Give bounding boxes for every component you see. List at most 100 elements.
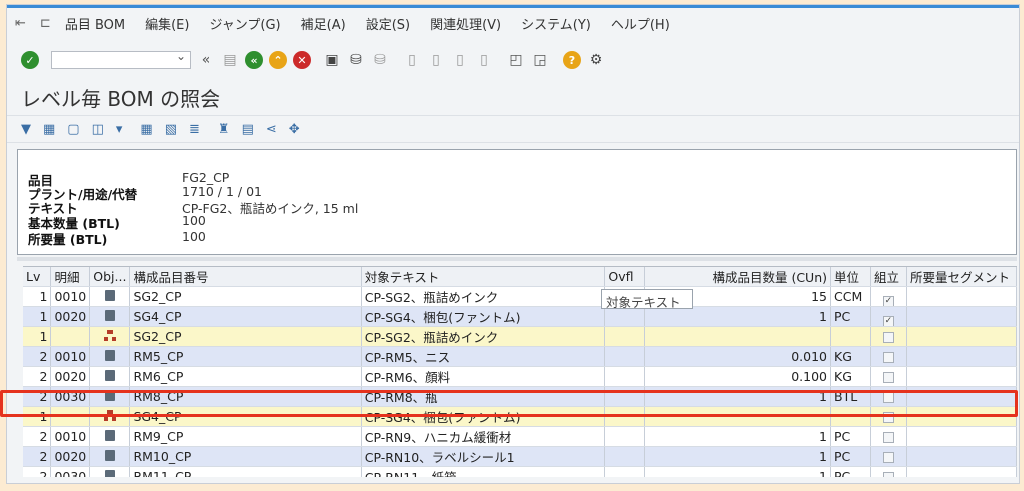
cell-component[interactable]: RM10_CP [129,446,362,467]
cell-text[interactable]: CP-SG2、瓶詰めインク [361,326,606,347]
cell-quantity[interactable]: 0.010 [644,346,831,367]
table-row[interactable]: 20030 RM11_CPCP-RN11、紙箱 1PC [23,466,1017,477]
cell-item[interactable] [50,326,91,347]
exit-icon[interactable]: ⇤ [15,16,26,31]
cell-quantity[interactable]: 0.100 [644,366,831,387]
cell-text[interactable]: CP-RN11、紙箱 [361,466,606,477]
cell-unit[interactable]: PC [830,306,871,327]
col-header-object[interactable]: Obj... [89,267,131,287]
menu-item-system[interactable]: システム(Y) [521,14,591,33]
cell-assembly[interactable] [870,466,907,477]
splitter[interactable] [17,257,1017,261]
cell-segment[interactable] [906,426,1017,447]
cell-text[interactable]: CP-SG4、梱包(ファントム) [361,306,606,327]
cell-assembly[interactable]: ✓ [870,286,907,307]
last-page-icon[interactable]: ▯ [475,51,493,69]
cell-object[interactable] [89,306,131,327]
cell-unit[interactable]: KG [830,346,871,367]
find-icon[interactable]: ⛁ [347,51,365,69]
cell-object[interactable] [89,326,131,347]
cell-overflow[interactable] [604,366,646,387]
cell-assembly[interactable] [870,366,907,387]
cell-assembly[interactable] [870,346,907,367]
cell-text[interactable]: CP-RM5、ニス [361,346,606,367]
assembly-checkbox[interactable]: ✓ [882,295,894,306]
table-row[interactable]: 1 0010 SG2_CP CP-SG2、瓶詰めインク 15 CCM ✓ [23,286,1017,307]
cell-segment[interactable] [906,346,1017,367]
new-session-icon[interactable]: ◰ [507,51,525,69]
display-icon[interactable]: ▢ [67,122,79,137]
cell-level[interactable]: 2 [23,446,52,467]
col-header-overflow[interactable]: Ovfl [604,267,646,287]
cell-component[interactable]: SG2_CP [129,326,362,347]
col-header-text[interactable]: 対象テキスト [361,267,606,287]
cell-item[interactable]: 0030 [50,466,91,477]
cell-unit[interactable]: PC [830,426,871,447]
cell-quantity[interactable]: 1 [644,446,831,467]
cell-overflow[interactable] [604,326,646,347]
col-header-level[interactable]: Lv [23,267,52,287]
back-icon[interactable]: « [245,51,263,69]
table-row[interactable]: 2 0010 RM9_CP CP-RN9、ハニカム緩衝材 1 PC [23,426,1017,447]
cell-overflow[interactable] [604,466,646,477]
cell-level[interactable]: 1 [23,306,52,327]
back-double-icon[interactable]: « [197,51,215,69]
structure-icon[interactable]: ▧ [165,122,177,137]
table-row[interactable]: 2 0010 RM5_CP CP-RM5、ニス 0.010 KG [23,346,1017,367]
col-header-quantity[interactable]: 構成品目数量 (CUn) [644,267,831,287]
cell-object[interactable] [89,346,131,367]
cell-text[interactable]: CP-RN9、ハニカム緩衝材 [361,426,606,447]
cell-component[interactable]: RM5_CP [129,346,362,367]
cell-object[interactable] [89,366,131,387]
cell-component[interactable]: SG4_CP [129,306,362,327]
table-row[interactable]: 1 SG2_CP CP-SG2、瓶詰めインク [23,326,1017,347]
menu-item-extras[interactable]: 補足(A) [301,14,346,33]
exit-up-icon[interactable]: ⌃ [269,51,287,69]
menu-item-bom[interactable]: 品目 BOM [65,14,125,33]
graph-icon[interactable]: ⋖ [266,122,277,137]
cell-unit[interactable]: KG [830,366,871,387]
cell-text[interactable]: CP-RM6、顔料 [361,366,606,387]
cell-text[interactable]: CP-SG2、瓶詰めインク [361,286,606,307]
cell-segment[interactable] [906,306,1017,327]
cell-overflow[interactable] [604,426,646,447]
cell-segment[interactable] [906,326,1017,347]
assembly-checkbox[interactable] [882,352,894,363]
shortcut-icon[interactable]: ◲ [531,51,549,69]
cell-quantity[interactable]: 1 [644,426,831,447]
col-header-unit[interactable]: 単位 [830,267,871,287]
menu-item-edit[interactable]: 編集(E) [145,14,189,33]
table-row[interactable]: 1 0020 SG4_CP CP-SG4、梱包(ファントム) 1 PC ✓ [23,306,1017,327]
cell-overflow[interactable] [604,446,646,467]
assembly-checkbox[interactable] [882,452,894,463]
bom-icon[interactable]: ♜ [218,122,230,137]
navigate-icon[interactable]: ✥ [289,122,300,137]
assembly-checkbox[interactable] [882,472,894,477]
cell-level[interactable]: 2 [23,346,52,367]
cell-level[interactable]: 2 [23,426,52,447]
print-icon[interactable]: ▣ [323,51,341,69]
cell-object[interactable] [89,426,131,447]
col-header-item[interactable]: 明細 [50,267,91,287]
cell-assembly[interactable] [870,326,907,347]
cell-item[interactable]: 0010 [50,346,91,367]
filter-icon[interactable]: ▼ [21,122,31,137]
cell-assembly[interactable]: ✓ [870,306,907,327]
cell-quantity[interactable]: 1 [644,466,831,477]
hierarchy-icon[interactable]: ≣ [189,122,200,137]
enter-check-icon[interactable]: ✓ [21,51,39,69]
document-icon[interactable]: ▤ [242,122,254,137]
help-icon[interactable]: ? [563,51,581,69]
cell-item[interactable]: 0020 [50,446,91,467]
menu-item-help[interactable]: ヘルプ(H) [611,14,670,33]
table-row[interactable]: 2 0020 RM10_CP CP-RN10、ラベルシール1 1 PC [23,446,1017,467]
cell-component[interactable]: RM9_CP [129,426,362,447]
cell-unit[interactable]: PC [830,466,871,477]
save-icon[interactable]: ▤ [221,51,239,69]
assembly-checkbox[interactable]: ✓ [882,315,894,326]
select-icon[interactable]: ◫ [92,122,104,137]
column-icon[interactable]: ▾ [116,122,123,137]
cell-text[interactable]: CP-RN10、ラベルシール1 [361,446,606,467]
cell-segment[interactable] [906,286,1017,307]
menu-item-settings[interactable]: 設定(S) [366,14,410,33]
